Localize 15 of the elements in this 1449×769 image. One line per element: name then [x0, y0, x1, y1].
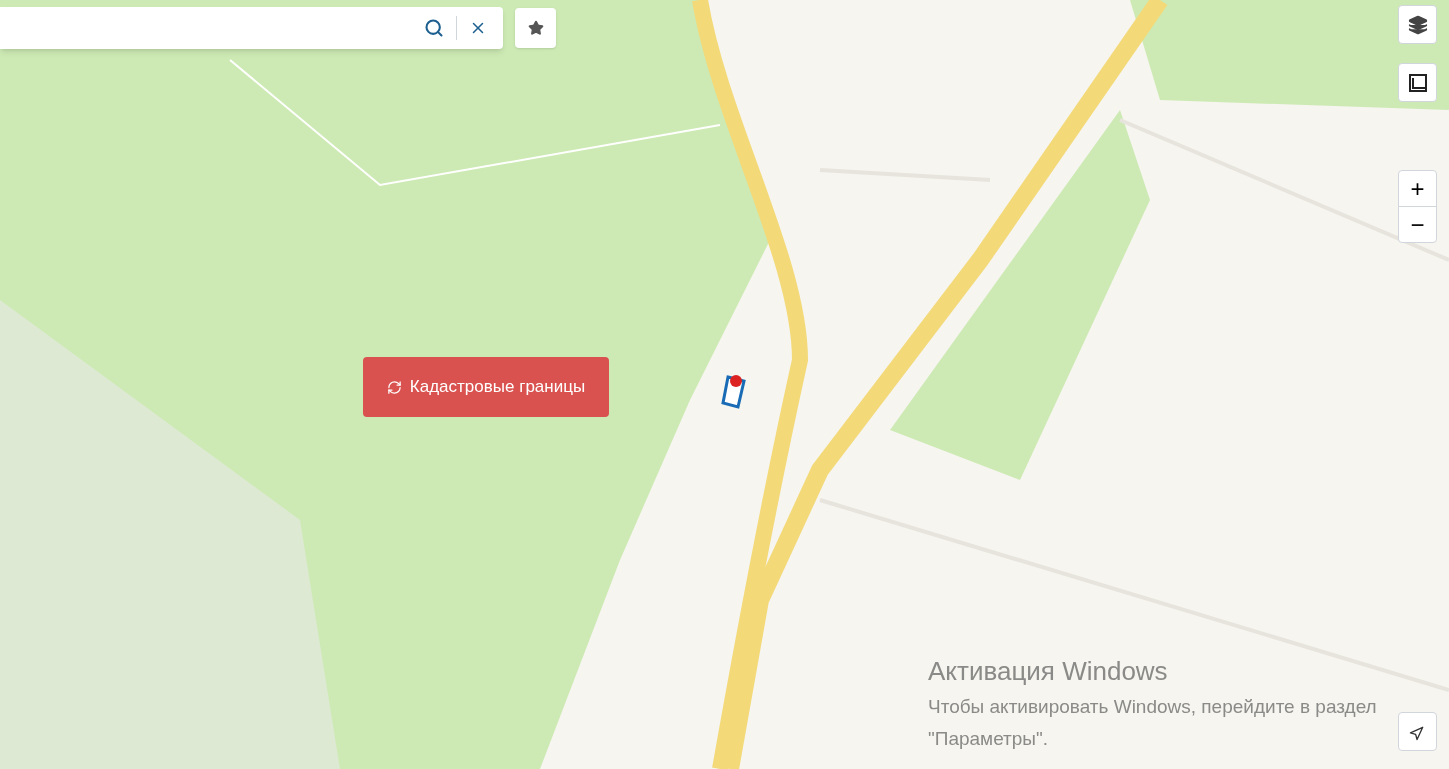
- ruler-icon: [1407, 72, 1428, 93]
- ruler-button[interactable]: [1398, 63, 1437, 102]
- locate-button[interactable]: [1398, 712, 1437, 751]
- layers-button[interactable]: [1398, 5, 1437, 44]
- activation-text: Чтобы активировать Windows, перейдите в раздел "Параметры".: [928, 695, 1378, 751]
- layers-icon: [1407, 14, 1428, 35]
- favorites-button[interactable]: [515, 8, 556, 48]
- zoom-in-button[interactable]: +: [1399, 171, 1436, 207]
- search-icon[interactable]: [424, 18, 444, 38]
- activation-title: Активация Windows: [928, 655, 1169, 687]
- map-pin-icon: [720, 373, 748, 409]
- cadastral-borders-button[interactable]: Кадастровые границы: [363, 357, 609, 417]
- refresh-icon: [386, 379, 402, 395]
- zoom-out-button[interactable]: −: [1399, 207, 1436, 242]
- star-icon: [527, 20, 544, 36]
